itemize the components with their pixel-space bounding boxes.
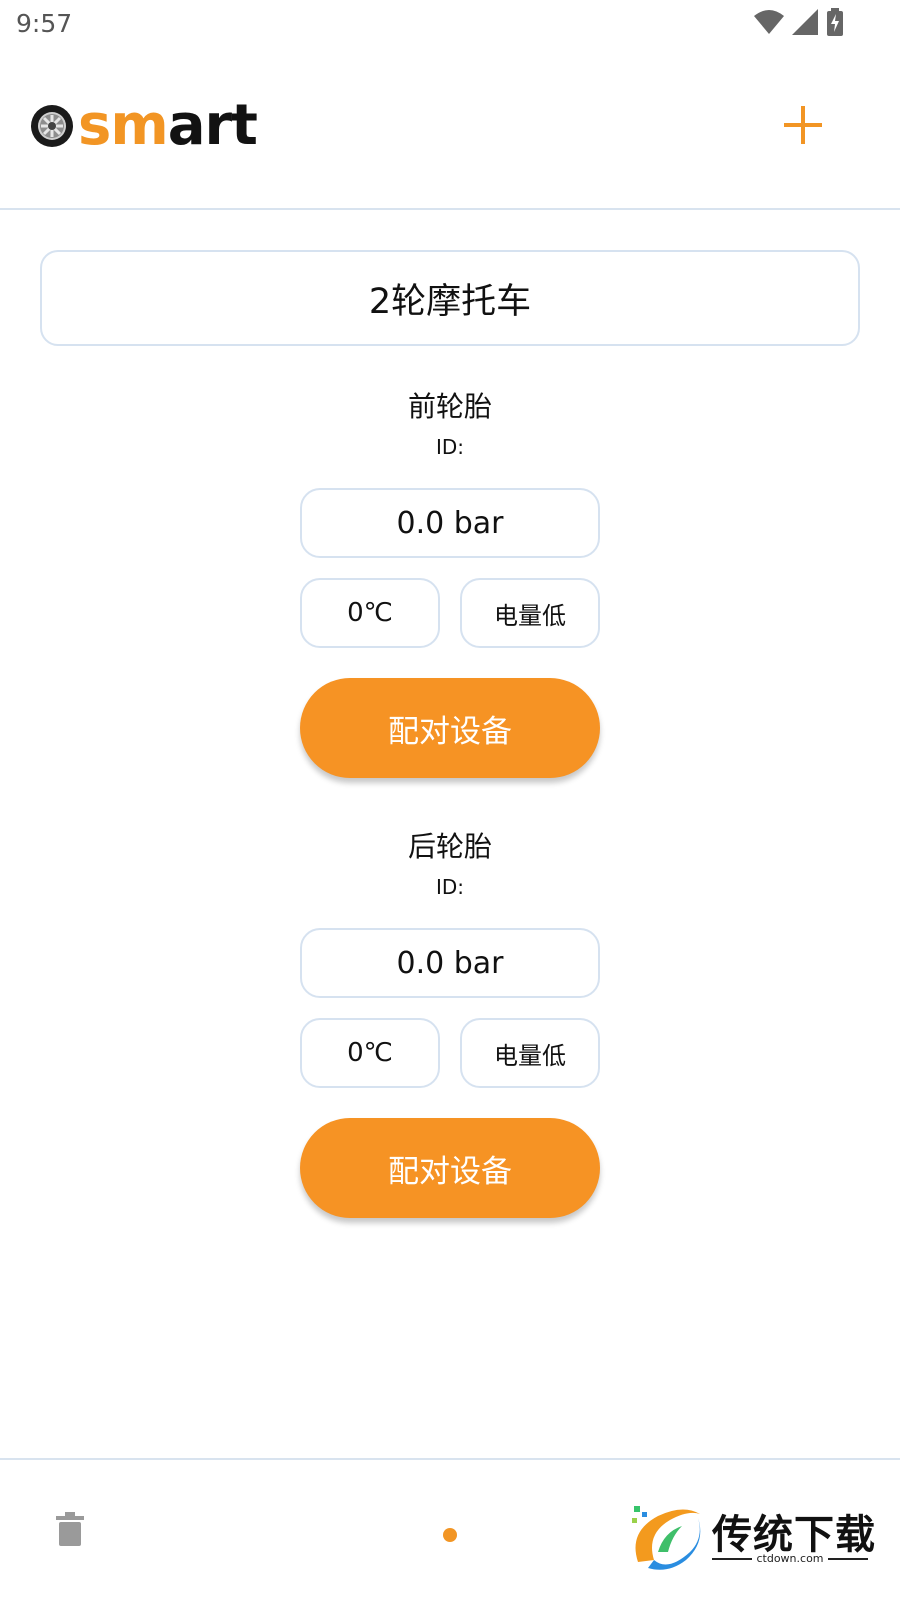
logo-text-rest: art (167, 93, 258, 158)
rear-pair-button[interactable]: 配对设备 (300, 1118, 600, 1218)
bottom-bar: 传统下载 ctdown.com (0, 1458, 900, 1602)
status-icons (754, 8, 844, 36)
rear-tire-id: ID: (435, 875, 465, 899)
rear-battery-box: 电量低 (460, 1018, 600, 1088)
cell-signal-icon (792, 9, 818, 35)
front-temperature-box: 0℃ (300, 578, 440, 648)
front-tire-id: ID: (435, 435, 465, 459)
front-pressure-value: 0.0 bar (396, 505, 504, 541)
logo-wordmark: smart (78, 98, 258, 154)
vehicle-name-box[interactable]: 2轮摩托车 (40, 250, 860, 346)
watermark-logo-icon (632, 1506, 701, 1570)
trash-icon[interactable] (55, 1512, 85, 1546)
wifi-icon (754, 10, 784, 34)
add-icon[interactable] (782, 104, 824, 146)
status-time: 9:57 (16, 9, 73, 38)
rear-pressure-value: 0.0 bar (396, 945, 504, 981)
front-battery-value: 电量低 (494, 601, 566, 630)
front-pressure-box: 0.0 bar (300, 488, 600, 558)
rear-temperature-value: 0℃ (347, 1038, 393, 1068)
status-bar: 9:57 (0, 0, 900, 50)
app-header: smart (0, 50, 900, 210)
rear-temperature-box: 0℃ (300, 1018, 440, 1088)
tire-logo-icon (31, 105, 73, 147)
front-pair-button[interactable]: 配对设备 (300, 678, 600, 778)
watermark-divider-right (828, 1558, 868, 1560)
front-battery-box: 电量低 (460, 578, 600, 648)
app-logo: smart (30, 98, 258, 154)
rear-tire-title: 后轮胎 (407, 830, 492, 863)
front-tire-title: 前轮胎 (407, 390, 492, 423)
logo-text-accent: sm (78, 93, 169, 158)
page-indicator-dot (443, 1528, 457, 1542)
watermark: 传统下载 ctdown.com (628, 1502, 878, 1574)
rear-pressure-box: 0.0 bar (300, 928, 600, 998)
vehicle-name: 2轮摩托车 (368, 281, 532, 322)
rear-battery-value: 电量低 (494, 1041, 566, 1070)
front-temperature-value: 0℃ (347, 598, 393, 628)
battery-charging-icon (827, 8, 843, 36)
